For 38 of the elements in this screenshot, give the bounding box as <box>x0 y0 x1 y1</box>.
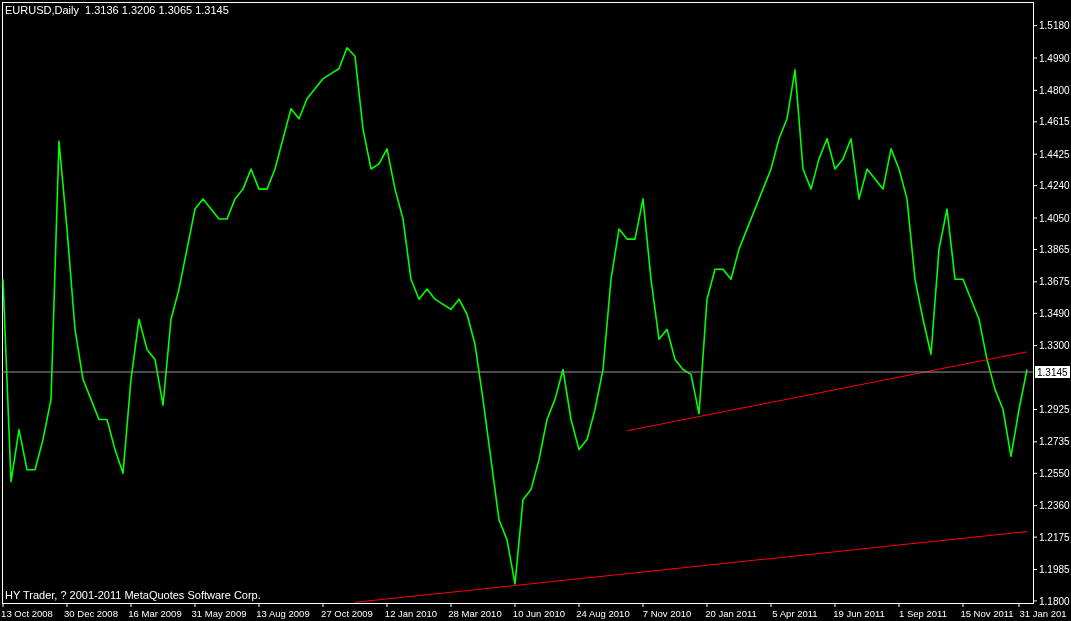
time-scale-label: 7 Nov 2010 <box>642 608 692 619</box>
time-scale-label: 16 Mar 2009 <box>128 608 182 619</box>
time-scale-label: 15 Nov 2011 <box>960 608 1014 619</box>
price-scale-label: 1.1985 <box>1039 564 1070 576</box>
price-scale-label: 1.3865 <box>1039 244 1070 256</box>
time-scale-label: 12 Jan 2010 <box>384 608 438 619</box>
price-scale-label: 1.4425 <box>1039 148 1070 160</box>
chart-title: EURUSD,Daily 1.3136 1.3206 1.3065 1.3145 <box>5 4 229 17</box>
time-scale-label: 27 Oct 2009 <box>321 608 373 619</box>
time-scale-label: 10 Jun 2010 <box>512 608 566 619</box>
price-scale-label: 1.4990 <box>1039 52 1070 64</box>
time-scale-label: 30 Dec 2008 <box>64 608 118 619</box>
time-scale-label: 24 Aug 2010 <box>576 608 630 619</box>
time-scale-label: 5 Apr 2011 <box>772 608 818 619</box>
time-scale-label: 28 Mar 2010 <box>448 608 502 619</box>
copyright-text: HY Trader, ? 2001-2011 MetaQuotes Software Corp. <box>5 589 261 602</box>
time-scale-label: 19 Jun 2011 <box>833 608 885 619</box>
price-scale-label: 1.3300 <box>1039 340 1070 352</box>
price-scale-label: 1.2550 <box>1039 467 1070 479</box>
time-scale-label: 13 Oct 2008 <box>1 608 53 619</box>
price-scale-label: 1.3675 <box>1039 276 1070 288</box>
price-scale-label: 1.2175 <box>1039 531 1070 543</box>
time-scale-label: 31 Jan 201 <box>1019 608 1067 619</box>
price-scale-label: 1.1800 <box>1039 595 1070 607</box>
price-scale-label: 1.4615 <box>1039 116 1070 128</box>
price-scale-label: 1.2925 <box>1039 404 1070 416</box>
price-scale-label: 1.5180 <box>1039 20 1070 32</box>
price-scale-label: 1.4240 <box>1039 180 1070 192</box>
price-scale-label: 1.2360 <box>1039 500 1070 512</box>
price-scale-label: 1.3490 <box>1039 307 1070 319</box>
time-scale-label: 1 Sep 2011 <box>899 608 947 619</box>
current-price-label: 1.3145 <box>1035 366 1070 379</box>
time-scale-label: 31 May 2009 <box>191 608 247 619</box>
price-scale-label: 1.4800 <box>1039 84 1070 96</box>
time-scale-label: 13 Aug 2009 <box>256 608 310 619</box>
time-scale-label: 20 Jan 2011 <box>705 608 757 619</box>
price-scale-label: 1.2735 <box>1039 436 1070 448</box>
price-scale-label: 1.4050 <box>1039 212 1070 224</box>
